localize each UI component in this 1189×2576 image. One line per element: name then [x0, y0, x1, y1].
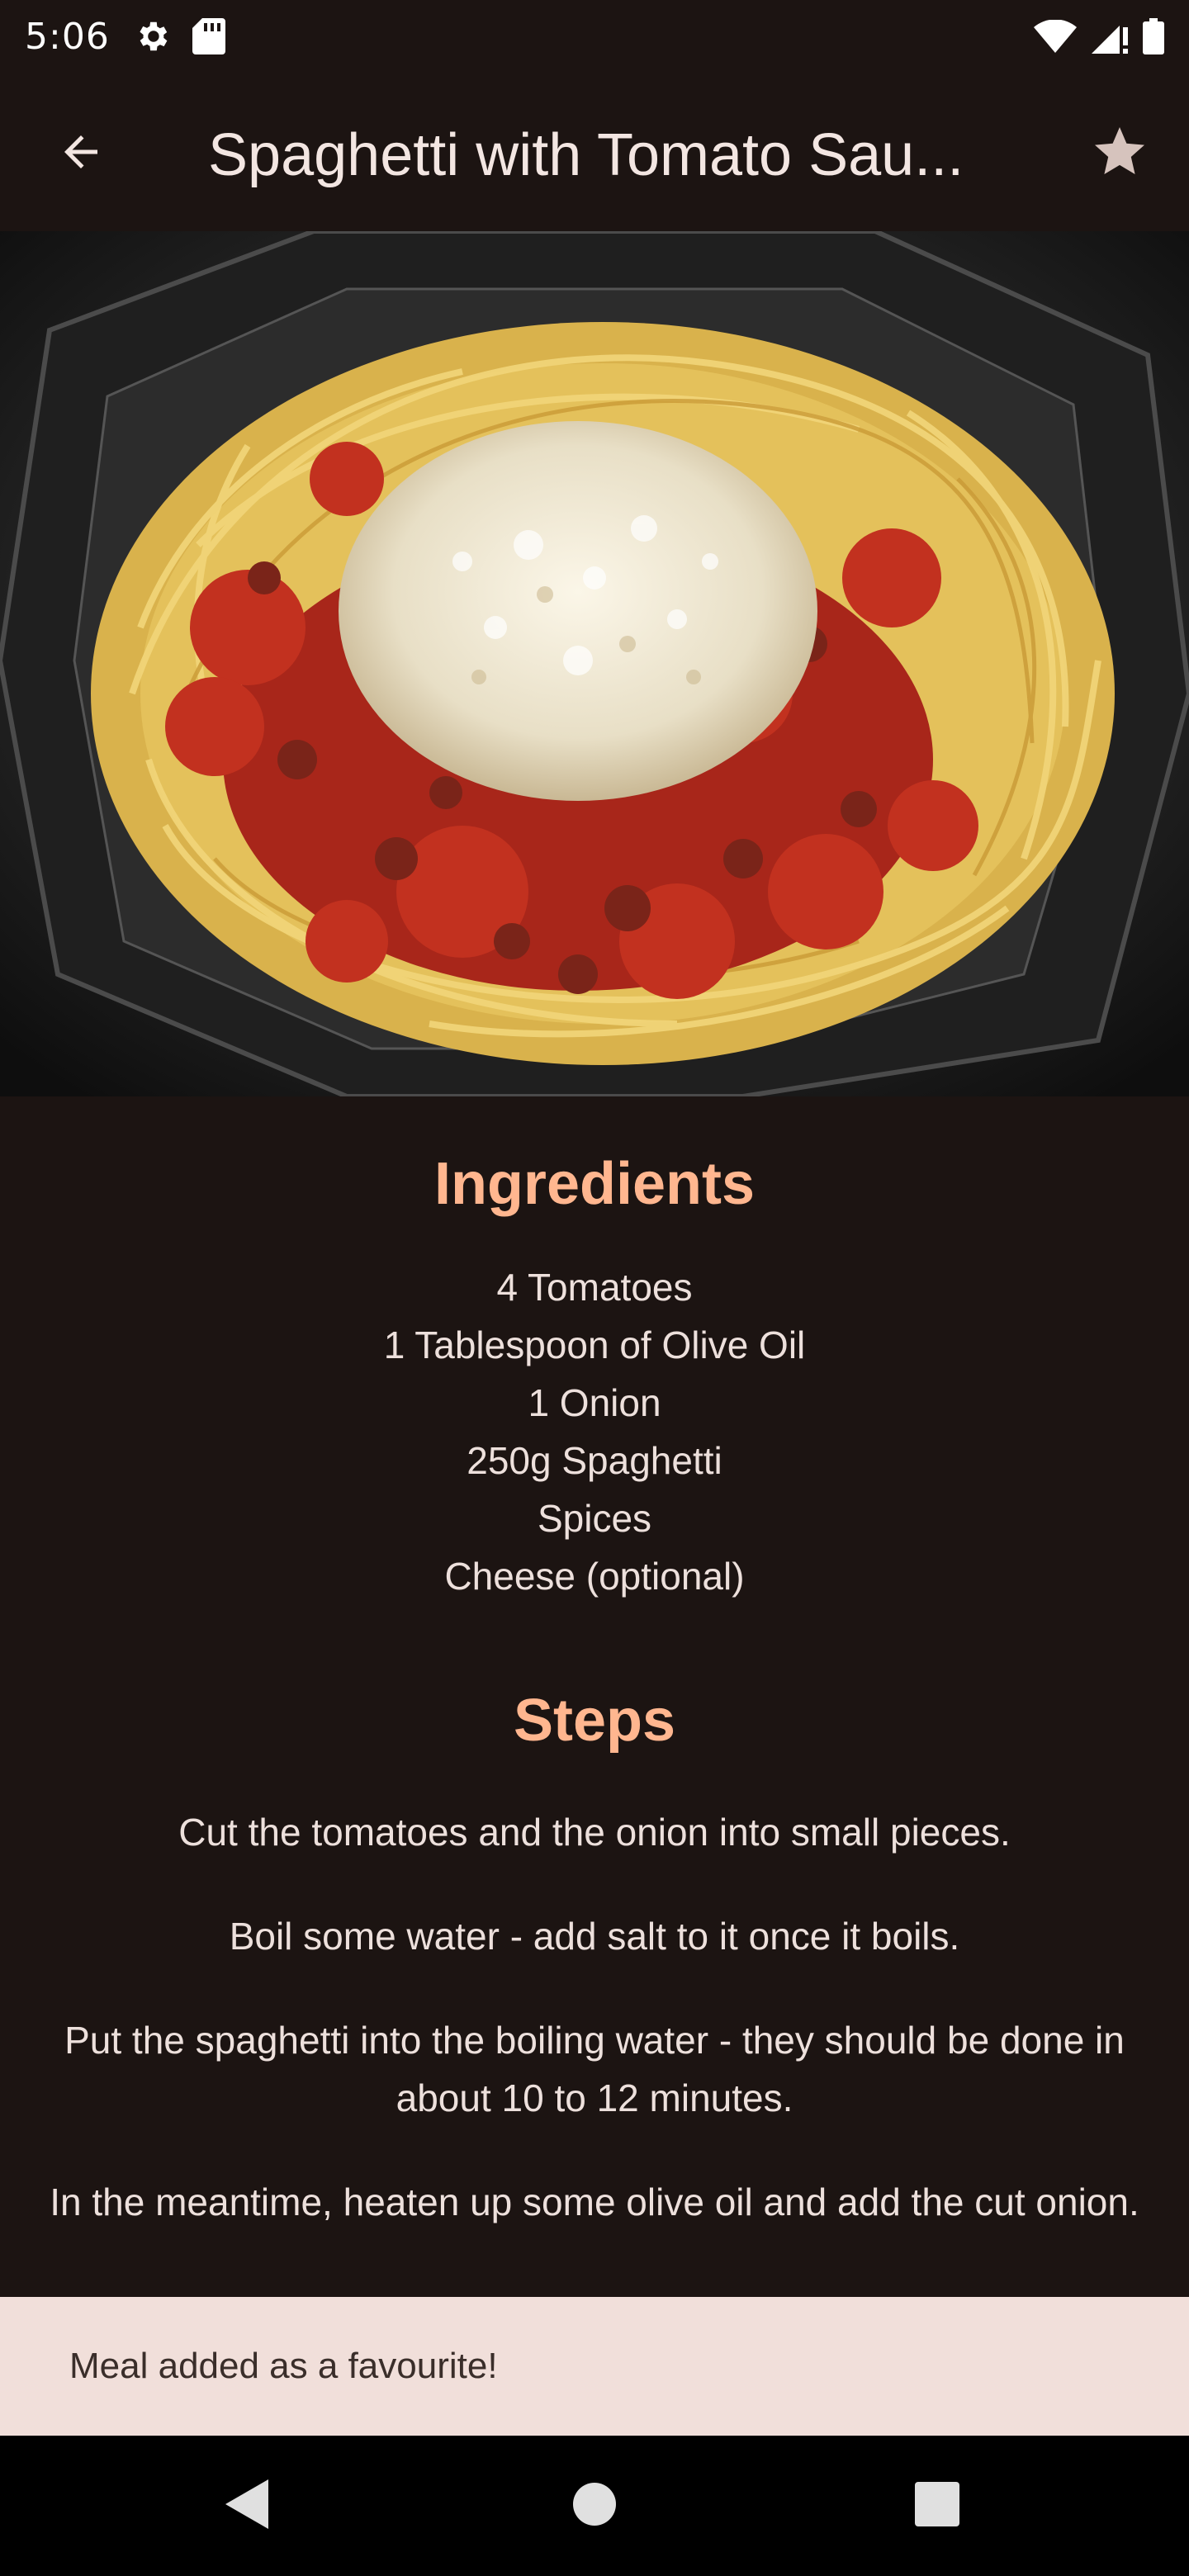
status-bar: 5:06	[0, 0, 1189, 73]
step-item: Boil some water - add salt to it once it…	[229, 1915, 960, 1958]
steps-heading: Steps	[513, 1688, 676, 1754]
system-navigation-bar	[0, 2436, 1189, 2576]
recipe-content: Ingredients 4 Tomatoes 1 Tablespoon of O…	[0, 1096, 1189, 2297]
top-app-bar: Spaghetti with Tomato Sau...	[0, 73, 1189, 231]
wifi-icon	[1034, 20, 1077, 53]
page-title: Spaghetti with Tomato Sau...	[208, 122, 964, 188]
sd-card-icon	[192, 18, 225, 54]
circle-home-icon	[572, 2482, 617, 2531]
meal-photo	[0, 231, 1189, 1096]
status-time: 5:06	[25, 15, 110, 58]
screen: 5:06 Spaghetti with Tomato Sau... Ingred…	[0, 0, 1189, 2576]
meal-image	[0, 231, 1189, 1096]
ingredient-item: 1 Onion	[528, 1381, 661, 1424]
favorite-button[interactable]	[1077, 111, 1163, 197]
ingredients-list: 4 Tomatoes 1 Tablespoon of Olive Oil 1 O…	[0, 1258, 1189, 1605]
settings-icon	[133, 17, 171, 55]
step-item: Cut the tomatoes and the onion into smal…	[178, 1811, 1011, 1854]
nav-home-button[interactable]	[549, 2460, 640, 2551]
nav-back-button[interactable]	[203, 2460, 294, 2551]
step-item: Put the spaghetti into the boiling water…	[64, 2019, 1125, 2119]
back-button[interactable]	[38, 111, 124, 197]
step-item: In the meantime, heaten up some olive oi…	[50, 2181, 1139, 2223]
battery-icon	[1143, 18, 1164, 54]
ingredient-item: 250g Spaghetti	[467, 1439, 722, 1482]
nav-recents-button[interactable]	[892, 2460, 983, 2551]
triangle-back-icon	[225, 2479, 272, 2533]
star-icon	[1090, 122, 1149, 186]
ingredient-item: Cheese (optional)	[444, 1555, 745, 1598]
status-right-icons	[1034, 18, 1164, 54]
ingredients-heading: Ingredients	[433, 1151, 756, 1217]
steps-list: Cut the tomatoes and the onion into smal…	[33, 1803, 1156, 2277]
snackbar-message: Meal added as a favourite!	[69, 2346, 498, 2386]
ingredient-item: Spices	[537, 1497, 652, 1540]
status-left-icons	[133, 17, 225, 55]
ingredient-item: 4 Tomatoes	[496, 1266, 693, 1309]
snackbar: Meal added as a favourite!	[0, 2297, 1189, 2436]
square-recents-icon	[915, 2481, 959, 2531]
ingredient-item: 1 Tablespoon of Olive Oil	[383, 1324, 806, 1366]
signal-icon	[1092, 19, 1128, 54]
arrow-back-icon	[56, 127, 106, 181]
